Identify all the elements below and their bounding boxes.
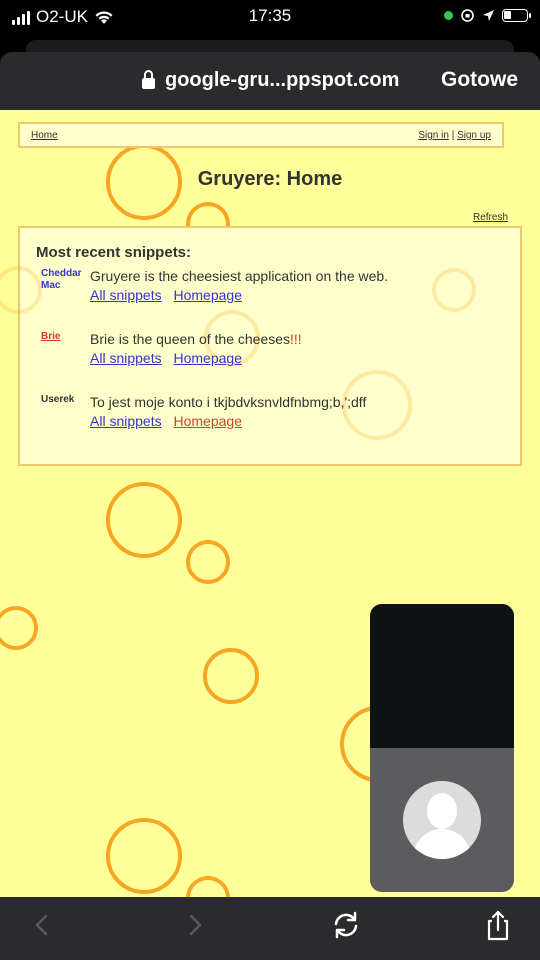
snippets-panel: Most recent snippets: Cheddar Mac Gruyer…	[0, 226, 522, 466]
lock-icon	[142, 70, 155, 89]
cheese-hole-decoration	[106, 482, 182, 558]
cheese-hole-decoration	[0, 606, 38, 650]
snippet-body: Gruyere is the cheesiest application on …	[90, 268, 389, 284]
homepage-link[interactable]: Homepage	[173, 413, 242, 429]
all-snippets-link[interactable]: All snippets	[90, 287, 162, 303]
remote-video-area	[370, 604, 514, 748]
forward-button[interactable]	[175, 909, 215, 941]
url-display[interactable]: google-gru...ppspot.com	[142, 69, 399, 92]
location-icon	[483, 10, 494, 21]
snippet-author[interactable]: Brie	[41, 331, 91, 343]
browser-toolbar	[0, 897, 540, 960]
top-nav-bar: Home Sign in | Sign up	[18, 122, 504, 148]
homepage-link[interactable]: Homepage	[173, 350, 242, 366]
back-button[interactable]	[22, 909, 62, 941]
snippet-emphasis: !!!	[290, 331, 302, 347]
cheese-hole-decoration	[106, 818, 182, 894]
snippet-text: Gruyere is the cheesiest application on …	[90, 268, 388, 284]
browser-header: google-gru...ppspot.com Gotowe	[0, 52, 540, 110]
snippet-text: To jest moje konto i tkjbdvksnvldfnbmg;b…	[90, 394, 366, 410]
done-button[interactable]: Gotowe	[441, 68, 518, 92]
snippet-body: Brie is the queen of the cheeses	[90, 331, 291, 347]
all-snippets-link[interactable]: All snippets	[90, 350, 162, 366]
refresh-link[interactable]: Refresh	[473, 212, 508, 223]
auth-links: Sign in | Sign up	[418, 130, 491, 141]
share-icon	[487, 910, 509, 941]
snippet-links: All snippets Homepage	[90, 350, 250, 366]
cheese-hole-decoration	[432, 268, 476, 312]
share-button[interactable]	[478, 909, 518, 941]
avatar-body	[413, 829, 471, 859]
avatar-icon	[403, 781, 481, 859]
avatar-head	[427, 793, 457, 829]
all-snippets-link[interactable]: All snippets	[90, 413, 162, 429]
page-title: Gruyere: Home	[197, 168, 343, 190]
back-icon	[35, 914, 48, 936]
snippet-links: All snippets Homepage	[90, 287, 250, 303]
snippet-links: All snippets Homepage	[90, 413, 250, 429]
url-text: google-gru...ppspot.com	[165, 69, 400, 91]
cheese-hole-decoration	[186, 876, 230, 897]
cheese-hole-decoration	[203, 648, 259, 704]
cheese-hole-decoration	[186, 540, 230, 584]
camera-indicator-icon	[444, 11, 453, 20]
sign-in-link[interactable]: Sign in	[418, 130, 449, 141]
homepage-link[interactable]: Homepage	[173, 287, 242, 303]
snippet-body: To jest moje konto i tkjbdvksnvldfnbmg;b…	[90, 394, 367, 410]
snippet-text: Brie is the queen of the cheeses!!!	[90, 331, 302, 347]
cheese-hole-decoration	[0, 266, 42, 314]
battery-icon	[502, 9, 531, 22]
home-link[interactable]: Home	[31, 130, 58, 141]
video-call-pip[interactable]	[370, 604, 514, 892]
nav-separator: |	[451, 130, 455, 141]
snippet-author: Cheddar Mac	[41, 268, 82, 291]
status-right	[444, 8, 531, 23]
snippets-heading: Most recent snippets:	[36, 244, 192, 261]
refresh-icon	[334, 911, 358, 939]
reload-button[interactable]	[326, 909, 366, 941]
status-bar: O2-UK 17:35	[0, 0, 540, 40]
forward-icon	[189, 914, 202, 936]
sign-up-link[interactable]: Sign up	[457, 130, 491, 141]
snippet-author: Userek	[41, 394, 75, 405]
orientation-lock-icon	[461, 9, 474, 22]
